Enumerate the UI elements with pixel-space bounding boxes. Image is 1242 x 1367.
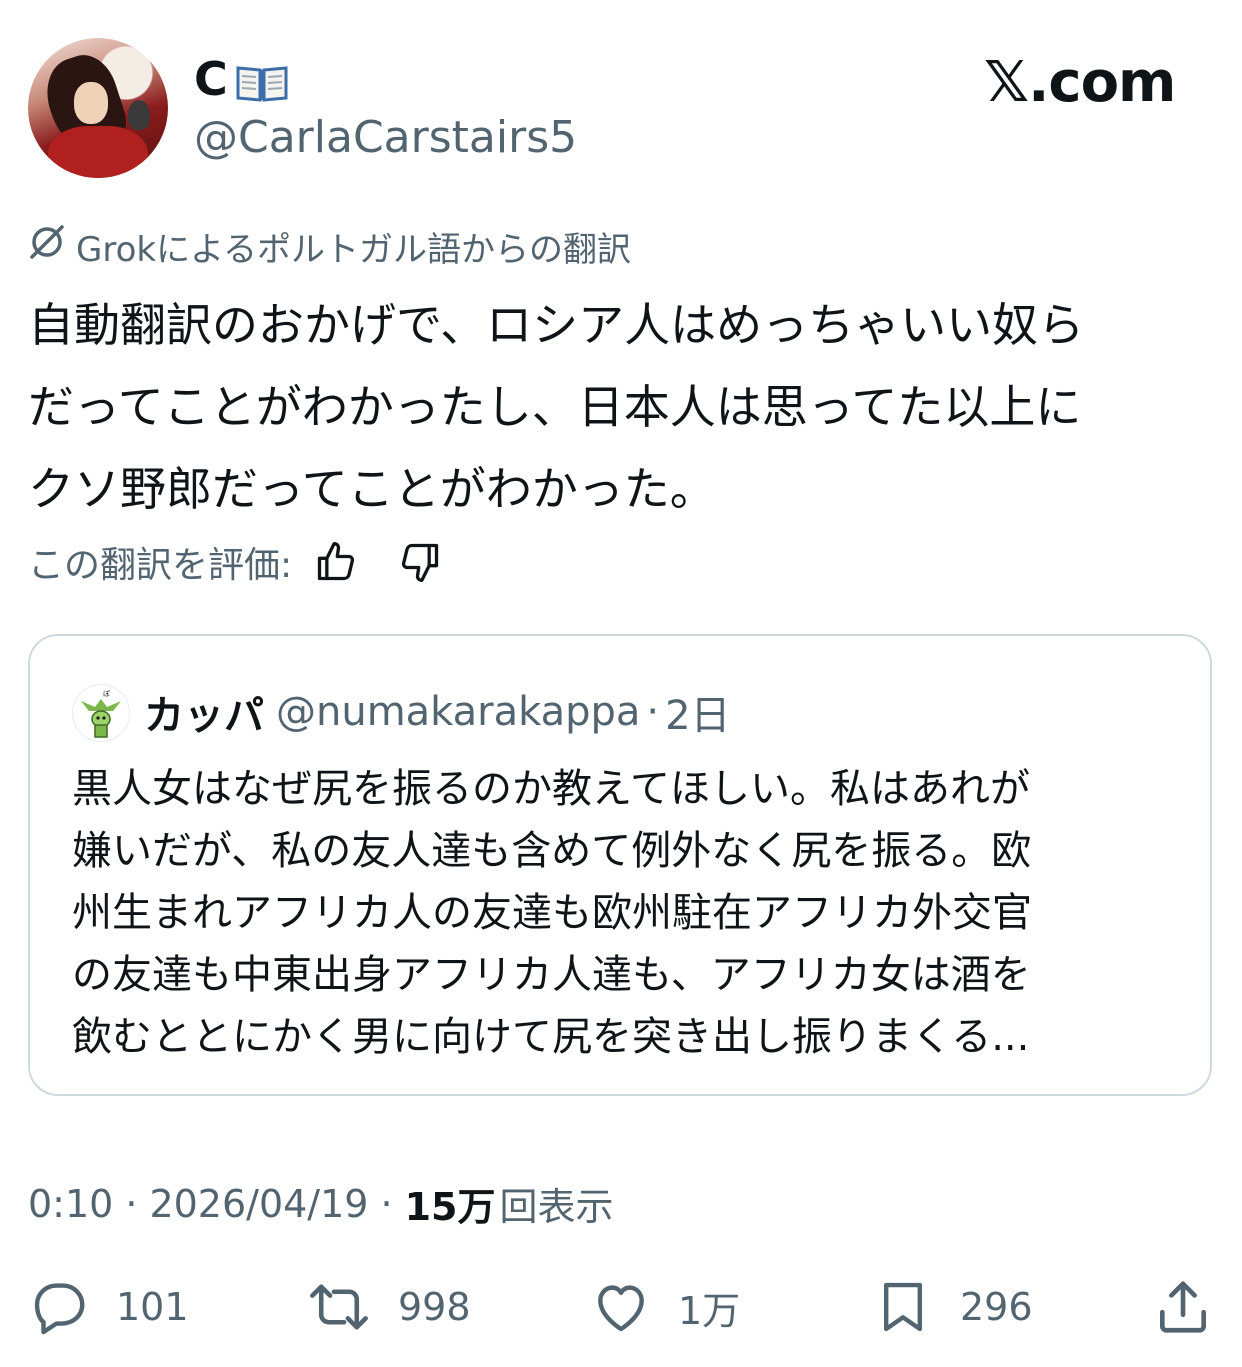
quoted-tweet[interactable]: ぽ カッパ @numakarakappa · 2日 黒人女はなぜ尻を振るのか教え… [28, 634, 1212, 1096]
quoted-author-handle[interactable]: @numakarakappa [276, 689, 640, 735]
rate-translation-label: この翻訳を評価: [28, 545, 293, 586]
author-display-name[interactable]: C [194, 52, 290, 106]
meta-separator: · [125, 1181, 138, 1226]
like-button[interactable]: 1万 [590, 1272, 740, 1342]
views-count: 15万 [404, 1185, 496, 1229]
author-handle[interactable]: @CarlaCarstairs5 [194, 112, 577, 163]
thumbs-up-icon [317, 542, 355, 581]
action-bar: 101 998 1万 296 [0, 1272, 1242, 1342]
author-avatar[interactable] [28, 38, 168, 178]
avatar-dress [48, 126, 148, 178]
thumbs-down-icon [402, 543, 439, 582]
svg-text:ぽ: ぽ [103, 690, 110, 698]
translation-label: Grokによるポルトガル語からの翻訳 [28, 222, 631, 271]
site-watermark: 𝕏.com [984, 50, 1176, 115]
book-emoji-icon [234, 59, 290, 102]
quoted-author-avatar[interactable]: ぽ [72, 684, 130, 742]
quoted-text: 黒人女はなぜ尻を振るのか教えてほしい。私はあれが 嫌いだが、私の友人達も含めて例… [72, 766, 1032, 1060]
tweet-text: 自動翻訳のおかげで、ロシア人はめっちゃいい奴ら だってことがわかったし、日本人は… [28, 298, 1085, 516]
repost-count: 998 [398, 1285, 471, 1329]
repost-button[interactable]: 998 [306, 1272, 471, 1342]
like-count: 1万 [678, 1288, 741, 1333]
reply-button[interactable]: 101 [28, 1272, 189, 1342]
avatar-face [74, 82, 108, 124]
quoted-author-name[interactable]: カッパ [144, 683, 264, 741]
tweet-meta: 0:10 · 2026/04/19 · 15万 回表示 [28, 1176, 613, 1231]
quoted-header: カッパ @numakarakappa · 2日 [144, 684, 731, 740]
views-label: 回表示 [499, 1185, 614, 1229]
reply-count: 101 [116, 1285, 189, 1329]
quoted-separator: · [646, 689, 660, 735]
bookmark-count: 296 [960, 1285, 1033, 1329]
thumbs-up-button[interactable] [314, 540, 358, 584]
translation-label-text: Grokによるポルトガル語からの翻訳 [76, 230, 632, 270]
reply-icon [34, 1283, 85, 1335]
share-icon [1160, 1281, 1206, 1333]
author-name-text: C [194, 52, 228, 106]
share-button[interactable] [1152, 1272, 1214, 1342]
avatar-bird [128, 100, 150, 130]
grok-icon [28, 223, 66, 270]
bookmark-icon [884, 1282, 922, 1332]
thumbs-down-button[interactable] [398, 540, 442, 584]
tweet-time[interactable]: 0:10 [28, 1182, 113, 1226]
bookmark-button[interactable]: 296 [872, 1272, 1033, 1342]
rate-translation: この翻訳を評価: [28, 536, 442, 588]
tweet-date[interactable]: 2026/04/19 [149, 1182, 368, 1226]
quoted-time[interactable]: 2日 [665, 683, 730, 741]
repost-icon [310, 1284, 368, 1330]
meta-separator: · [380, 1181, 393, 1226]
like-icon [598, 1285, 644, 1332]
